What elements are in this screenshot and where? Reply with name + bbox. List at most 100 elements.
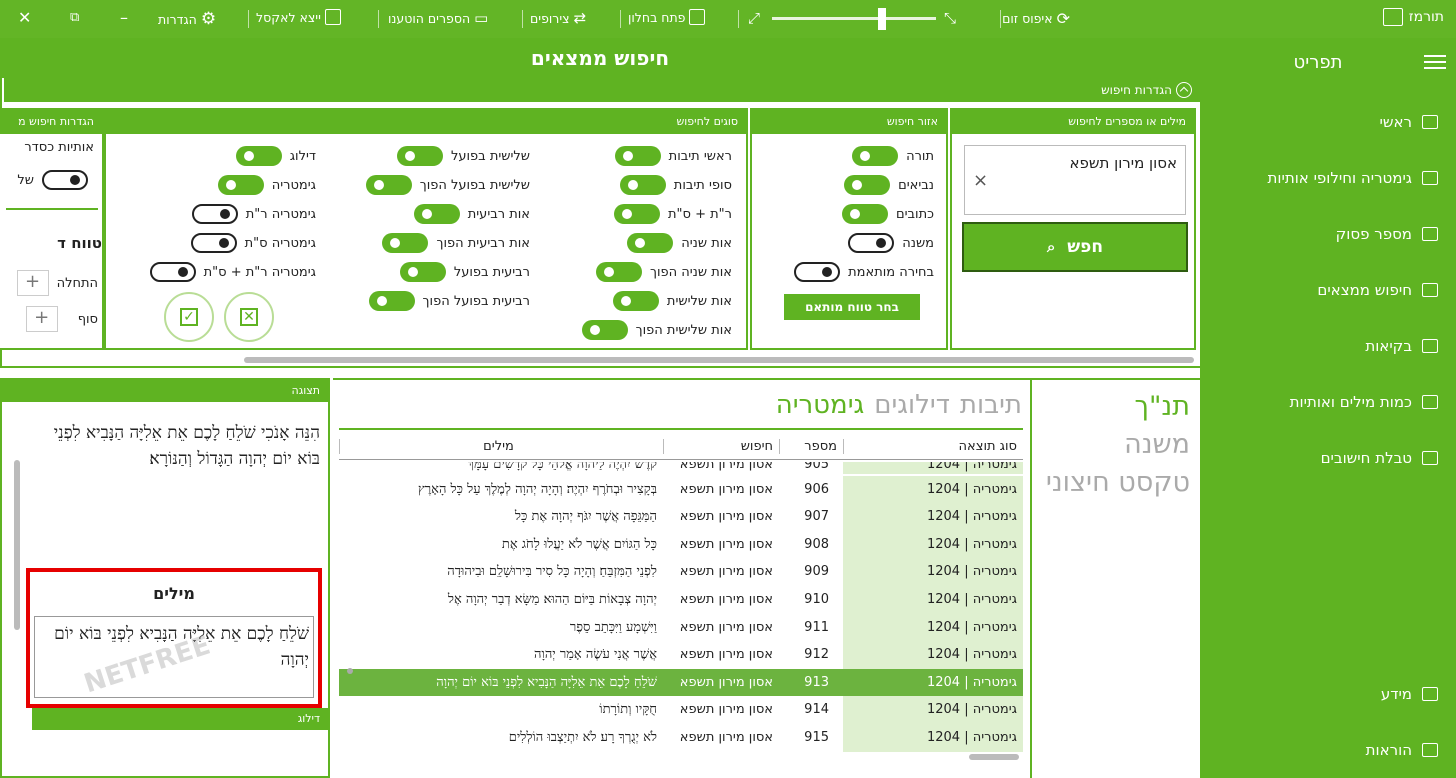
option-types_box-col3-4[interactable]: גימטריה ר"ת + ס"ת <box>149 262 316 282</box>
column-header-3[interactable]: מילים <box>339 439 663 454</box>
sidebar-item-0[interactable]: ראשי <box>1200 94 1456 150</box>
option-types_box-col1-0[interactable]: ראשי תיבות <box>614 146 732 166</box>
combinations-button[interactable]: ⇄ צירופים <box>530 9 586 27</box>
option-types_box-col3-0[interactable]: דילוג <box>235 146 316 166</box>
hamburger-icon[interactable] <box>1424 51 1446 73</box>
select-all-button[interactable]: ✓ <box>164 292 214 342</box>
sidebar-item-1[interactable]: גימטריה וחילופי אותיות <box>1200 150 1456 206</box>
loaded-books-button[interactable]: ▭ הספרים הוטענו <box>388 9 488 27</box>
toggle-switch[interactable] <box>619 175 666 195</box>
book-tab-1[interactable]: משנה <box>1032 426 1190 464</box>
toggle-switch[interactable] <box>413 204 460 224</box>
option-types_box-col1-1[interactable]: סופי תיבות <box>619 175 732 195</box>
column-header-0[interactable]: סוג תוצאה <box>843 439 1023 454</box>
custom-range-button[interactable]: בחר טווח מותאם <box>784 294 920 320</box>
result-tab-1[interactable]: דילוגים <box>874 390 950 420</box>
table-row[interactable]: גימטריה | 1204 911 אסון מירון תשפא וַיִּשְׁ… <box>339 613 1023 642</box>
toggle-switch[interactable] <box>841 204 888 224</box>
sidebar-item-6[interactable]: טבלת חישובים <box>1200 430 1456 486</box>
toggle-switch[interactable] <box>217 175 264 195</box>
option-area_box-options-3[interactable]: משנה <box>848 233 934 253</box>
option-area_box-options-4[interactable]: בחירה מותאמת <box>794 262 934 282</box>
option-types_box-col3-1[interactable]: גימטריה <box>217 175 316 195</box>
option-area_box-options-0[interactable]: תורה <box>852 146 934 166</box>
settings-scrollbar[interactable] <box>244 357 1194 363</box>
sidebar-bottom-item-1[interactable]: הוראות <box>1200 722 1456 778</box>
toggle-switch[interactable] <box>844 175 891 195</box>
option-area_box-options-1[interactable]: נביאים <box>844 175 934 195</box>
option-types_box-col3-3[interactable]: גימטריה ס"ת <box>190 233 316 253</box>
minimize-window-button[interactable]: – <box>120 8 128 27</box>
zoom-in-button[interactable]: ⤡ <box>944 9 956 27</box>
toggle-switch[interactable] <box>614 146 661 166</box>
option-types_box-col2-4[interactable]: רביעית בפועל <box>399 262 530 282</box>
sidebar-bottom-item-0[interactable]: מידע <box>1200 666 1456 722</box>
option-types_box-col2-5[interactable]: רביעית בפועל הפוך <box>368 291 530 311</box>
toggle-switch[interactable] <box>614 204 661 224</box>
increment-start-button[interactable]: + <box>16 270 49 296</box>
toggle-switch[interactable] <box>852 146 899 166</box>
toggle-switch[interactable] <box>191 204 238 224</box>
settings-button[interactable]: ⚙ הגדרות <box>158 9 216 29</box>
toggle-switch[interactable] <box>596 262 642 282</box>
option-types_box-col1-6[interactable]: אות שלישית הפוך <box>581 320 732 340</box>
search-input[interactable]: אסון מירון תשפא × <box>964 145 1186 215</box>
toggle-switch[interactable] <box>149 262 196 282</box>
zoom-slider-track[interactable] <box>772 17 936 20</box>
option-types_box-col2-2[interactable]: אות רביעית <box>413 204 530 224</box>
table-row[interactable]: גימטריה | 1204 906 אסון מירון תשפא בְּקָצִי… <box>339 475 1023 504</box>
zoom-out-button[interactable]: ⤢ <box>748 9 760 27</box>
table-row[interactable]: גימטריה | 1204 912 אסון מירון תשפא אֲשֶׁר א… <box>339 641 1023 669</box>
toggle-switch[interactable] <box>627 233 674 253</box>
results-scrollbar[interactable] <box>969 754 1019 760</box>
table-row[interactable]: גימטריה | 1204 908 אסון מירון תשפא כָּל הַג… <box>339 530 1023 559</box>
option-area_box-options-2[interactable]: כתובים <box>841 204 934 224</box>
open-window-button[interactable]: פתח בחלון <box>628 9 706 25</box>
zoom-slider-thumb[interactable] <box>878 8 886 30</box>
clear-search-icon[interactable]: × <box>973 170 988 191</box>
result-tab-0[interactable]: גימטריה <box>776 390 865 420</box>
book-tab-2[interactable]: טקסט חיצוני <box>1032 464 1190 502</box>
sidebar-item-5[interactable]: כמות מילים ואותיות <box>1200 374 1456 430</box>
table-row[interactable]: גימטריה | 1204 914 אסון מירון תשפא חֻקָּיו … <box>339 696 1023 724</box>
toggle-switch[interactable] <box>365 175 412 195</box>
option-types_box-col1-2[interactable]: ר"ת + ס"ת <box>614 204 732 224</box>
toggle-switch[interactable] <box>190 233 237 253</box>
toggle-switch[interactable] <box>368 291 415 311</box>
toggle-switch[interactable] <box>581 320 628 340</box>
option-types_box-col2-1[interactable]: שלישית בפועל הפוך <box>365 175 530 195</box>
option-types_box-col3-2[interactable]: גימטריה ר"ת <box>191 204 316 224</box>
option-types_box-col2-3[interactable]: אות רביעית הפוך <box>382 233 530 253</box>
option-types_box-col1-4[interactable]: אות שניה הפוך <box>596 262 732 282</box>
table-row[interactable]: גימטריה | 1204 905 אסון מירון תשפא קֹדֶשׁ י… <box>339 462 1023 474</box>
option-types_box-col1-3[interactable]: אות שניה <box>627 233 732 253</box>
toggle-switch[interactable] <box>235 146 282 166</box>
toggle-switch[interactable] <box>848 233 895 253</box>
book-tab-0[interactable]: תנ"ך <box>1032 388 1190 426</box>
result-tab-2[interactable]: תיבות <box>960 390 1022 420</box>
column-header-2[interactable]: חיפוש <box>663 439 779 454</box>
increment-end-button[interactable]: + <box>25 306 58 332</box>
toggle-switch[interactable] <box>396 146 443 166</box>
table-row[interactable]: גימטריה | 1204 910 אסון מירון תשפא יְהוָה צ… <box>339 586 1023 614</box>
table-row[interactable]: גימטריה | 1204 913 אסון מירון תשפא שֹׁלֵחַ … <box>339 668 1023 697</box>
settings-collapse-bar[interactable]: הגדרות חיפוש <box>4 78 1202 102</box>
sidebar-item-4[interactable]: בקיאות <box>1200 318 1456 374</box>
preview-scrollbar[interactable] <box>14 460 20 630</box>
reset-zoom-button[interactable]: ⟳ איפוס זום <box>1002 9 1070 28</box>
deselect-all-button[interactable]: ✕ <box>224 292 274 342</box>
search-button[interactable]: חפש ⌕ <box>962 222 1188 272</box>
toggle-switch[interactable] <box>612 291 659 311</box>
close-window-button[interactable]: ✕ <box>18 8 31 27</box>
option-types_box-col1-5[interactable]: אות שלישית <box>612 291 732 311</box>
toggle-switch[interactable] <box>399 262 446 282</box>
letters-order-toggle[interactable]: של <box>17 170 88 190</box>
toggle-switch[interactable] <box>382 233 429 253</box>
column-header-1[interactable]: מספר <box>779 439 843 454</box>
toggle-switch[interactable] <box>794 262 841 282</box>
table-row[interactable]: גימטריה | 1204 907 אסון מירון תשפא הַמַּגֵּ… <box>339 503 1023 531</box>
table-row[interactable]: גימטריה | 1204 915 אסון מירון תשפא לֹא יְגֻ… <box>339 724 1023 752</box>
table-row[interactable]: גימטריה | 1204 909 אסון מירון תשפא לִפְנֵי … <box>339 558 1023 586</box>
option-types_box-col2-0[interactable]: שלישית בפועל <box>396 146 530 166</box>
export-excel-button[interactable]: ייצא לאקסל <box>256 9 341 25</box>
